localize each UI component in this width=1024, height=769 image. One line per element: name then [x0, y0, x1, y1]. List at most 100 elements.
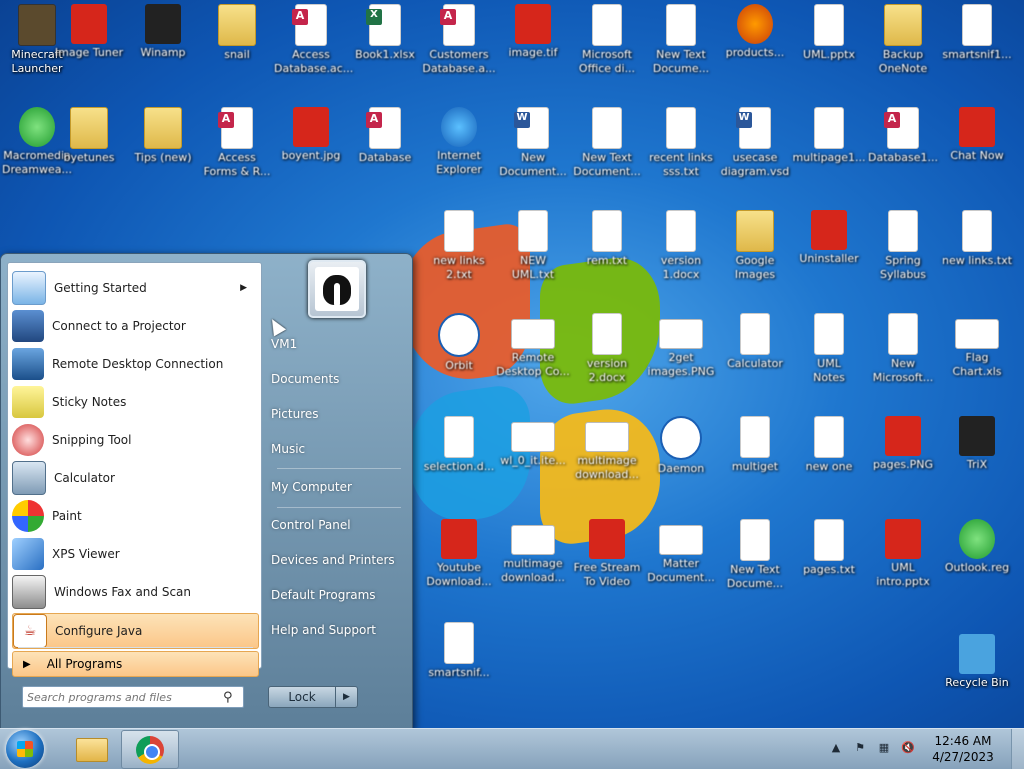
volume-muted-icon[interactable]: 🔇 — [899, 741, 917, 757]
desktop-icon[interactable]: new links.txt — [940, 206, 1014, 302]
network-icon[interactable]: ▦ — [875, 741, 893, 757]
shutdown-options-arrow-icon[interactable]: ▶ — [336, 687, 357, 707]
link-documents[interactable]: Documents — [271, 364, 409, 394]
desktop-icon[interactable]: Access Database.ac... — [274, 0, 353, 96]
program-snipping-tool[interactable]: Snipping Tool — [12, 423, 257, 457]
link-my-computer[interactable]: My Computer — [271, 472, 409, 502]
search-icon[interactable]: ⚲ — [223, 690, 233, 705]
desktop-icon[interactable]: Database1... — [866, 103, 940, 199]
desktop-icon[interactable]: New Text Docume... — [644, 0, 718, 96]
desktop-icon[interactable]: Backup OneNote — [866, 0, 940, 96]
desktop-icon[interactable]: image.tif — [496, 0, 570, 96]
desktop-icon[interactable]: TriX — [940, 412, 1014, 508]
program-configure-java[interactable]: ☕ Configure Java — [12, 613, 259, 649]
desktop-icon[interactable]: Winamp — [126, 0, 200, 96]
program-sticky-notes[interactable]: Sticky Notes — [12, 385, 257, 419]
program-getting-started[interactable]: Getting Started ▶ — [12, 271, 257, 305]
desktop-icon[interactable]: byetunes — [52, 103, 126, 199]
desktop-icon[interactable]: multimage download... — [570, 412, 644, 508]
desktop-icon[interactable]: wl_0_it.ite... — [496, 412, 570, 508]
desktop-icon[interactable]: Customers Database.a... — [422, 0, 496, 96]
desktop-icon[interactable]: Daemon — [644, 412, 718, 508]
desktop-icon[interactable]: Book1.xlsx — [348, 0, 422, 96]
desktop-icon[interactable]: multiget — [718, 412, 792, 508]
triangle-right-icon: ▶ — [23, 658, 31, 670]
desktop-icon[interactable]: New Document... — [496, 103, 570, 199]
program-calculator[interactable]: Calculator — [12, 461, 257, 495]
desktop-icon[interactable]: selection.d... — [422, 412, 496, 508]
desktop-icon-label: Daemon — [657, 462, 705, 475]
recycle-bin-icon — [959, 634, 995, 674]
desktop-icon[interactable]: version 2.docx — [570, 309, 644, 405]
link-pictures[interactable]: Pictures — [271, 399, 409, 429]
desktop-icon[interactable]: new links 2.txt — [422, 206, 496, 302]
desktop-icon[interactable]: recent links sss.txt — [644, 103, 718, 199]
user-avatar[interactable] — [308, 260, 366, 318]
desktop-icon[interactable]: multimage download... — [496, 515, 570, 611]
link-default-programs[interactable]: Default Programs — [271, 580, 409, 610]
desktop-icon[interactable]: Youtube Download... — [422, 515, 496, 611]
desktop-icon[interactable]: New Text Docume... — [718, 515, 792, 611]
link-music[interactable]: Music — [271, 434, 409, 464]
desktop-icon[interactable]: Chat Now — [940, 103, 1014, 199]
clock[interactable]: 12:46 AM 4/27/2023 — [923, 733, 1003, 765]
link-user-folder[interactable]: VM1 — [271, 329, 409, 359]
desktop-icon[interactable]: new one — [792, 412, 866, 508]
desktop-icon[interactable]: Uninstaller — [792, 206, 866, 302]
taskbar-chrome-button[interactable] — [121, 730, 179, 769]
submenu-arrow-icon[interactable]: ▶ — [240, 283, 247, 293]
desktop-icon[interactable]: pages.txt — [792, 515, 866, 611]
desktop-icon[interactable]: pages.PNG — [866, 412, 940, 508]
desktop-icon[interactable]: Database — [348, 103, 422, 199]
show-hidden-icons-icon[interactable]: ▲ — [827, 741, 845, 757]
desktop-icon[interactable]: Access Forms & R... — [200, 103, 274, 199]
ie-icon — [441, 107, 477, 147]
link-control-panel[interactable]: Control Panel — [271, 510, 409, 540]
desktop-icon[interactable]: UML intro.pptx — [866, 515, 940, 611]
desktop-icon[interactable]: Image Tuner — [52, 0, 126, 96]
program-fax-scan[interactable]: Windows Fax and Scan — [12, 575, 257, 609]
desktop-icon[interactable]: version 1.docx — [644, 206, 718, 302]
desktop-icon[interactable]: Microsoft Office di... — [570, 0, 644, 96]
desktop-icon[interactable]: Spring Syllabus — [866, 206, 940, 302]
desktop-icon[interactable]: Recycle Bin — [940, 630, 1014, 726]
desktop-icon[interactable]: products... — [718, 0, 792, 96]
desktop-icon[interactable]: smartsnif1... — [940, 0, 1014, 96]
action-center-flag-icon[interactable]: ⚑ — [851, 741, 869, 757]
desktop-icon[interactable]: New Text Document... — [570, 103, 644, 199]
link-help-support[interactable]: Help and Support — [271, 615, 409, 645]
desktop-icon[interactable]: Remote Desktop Co... — [496, 309, 570, 405]
desktop-icon[interactable]: NEW UML.txt — [496, 206, 570, 302]
program-xps-viewer[interactable]: XPS Viewer — [12, 537, 257, 571]
start-button[interactable] — [6, 730, 44, 768]
search-input[interactable] — [23, 689, 219, 705]
desktop-icon[interactable]: Orbit — [422, 309, 496, 405]
desktop-icon[interactable]: multipage1... — [792, 103, 866, 199]
desktop-icon[interactable]: Internet Explorer — [422, 103, 496, 199]
desktop-icon[interactable]: snail — [200, 0, 274, 96]
lock-button[interactable]: Lock — [269, 687, 336, 707]
desktop-icon[interactable]: Outlook.reg — [940, 515, 1014, 611]
desktop-icon[interactable]: rem.txt — [570, 206, 644, 302]
screenshot-icon — [585, 422, 629, 452]
show-desktop-button[interactable] — [1011, 729, 1024, 769]
desktop-icon[interactable]: boyent.jpg — [274, 103, 348, 199]
desktop-icon[interactable]: usecase diagram.vsd — [718, 103, 792, 199]
program-remote-desktop[interactable]: Remote Desktop Connection — [12, 347, 257, 381]
desktop-icon[interactable]: Google Images — [718, 206, 792, 302]
desktop-icon[interactable]: smartsnif... — [422, 618, 496, 714]
desktop-icon[interactable]: Matter Document... — [644, 515, 718, 611]
program-connect-projector[interactable]: Connect to a Projector — [12, 309, 257, 343]
desktop-icon[interactable]: Tips (new) — [126, 103, 200, 199]
search-box[interactable]: ⚲ — [22, 686, 244, 708]
desktop-icon[interactable]: Calculator — [718, 309, 792, 405]
desktop-icon[interactable]: UML.pptx — [792, 0, 866, 96]
link-devices-printers[interactable]: Devices and Printers — [271, 545, 409, 575]
desktop-icon[interactable]: Free Stream To Video — [570, 515, 644, 611]
taskbar-explorer-button[interactable] — [60, 730, 116, 767]
desktop-icon[interactable]: UML Notes — [792, 309, 866, 405]
program-paint[interactable]: Paint — [12, 499, 257, 533]
desktop-icon[interactable]: 2get images.PNG — [644, 309, 718, 405]
desktop-icon[interactable]: Flag Chart.xls — [940, 309, 1014, 405]
desktop-icon[interactable]: New Microsoft... — [866, 309, 940, 405]
